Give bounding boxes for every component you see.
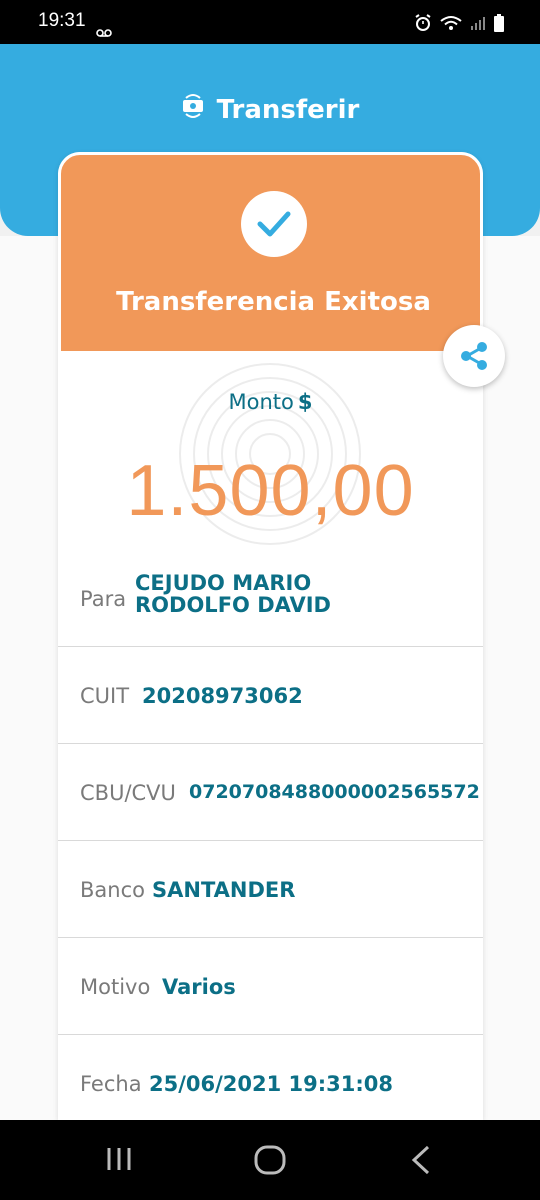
battery-icon [494,14,504,36]
detail-label: Motivo [80,975,151,999]
home-icon[interactable] [253,1144,287,1180]
detail-label: CUIT [80,684,130,708]
detail-label: CBU/CVU [80,781,176,805]
details-list: Para CEJUDO MARIO RODOLFO DAVID CUIT 202… [58,550,483,1120]
detail-label: Para [80,587,127,611]
success-title: Transferencia Exitosa [116,287,431,317]
detail-value: CEJUDO MARIO RODOLFO DAVID [135,571,331,617]
amount-value: 1.500,00 [126,451,415,531]
detail-row-banco: Banco SANTANDER [58,841,483,938]
currency-symbol: $ [297,390,313,414]
alarm-icon [414,14,432,36]
detail-row-motivo: Motivo Varios [58,938,483,1035]
page-title-row: Transferir [0,92,540,127]
detail-label: Fecha [80,1072,142,1096]
transfer-icon [181,92,205,127]
detail-row-cbu: CBU/CVU 0720708488000002565572 [58,744,483,841]
voicemail-icon [96,22,112,41]
detail-value: 20208973062 [142,684,303,708]
detail-label: Banco [80,878,145,902]
navigation-bar [0,1120,540,1200]
amount-label: Monto $ [228,390,313,414]
recent-apps-icon[interactable] [104,1144,134,1178]
amount-section: Monto $ 1.500,00 [58,354,483,550]
status-bar: 19:31 [0,0,540,44]
detail-row-cuit: CUIT 20208973062 [58,647,483,744]
receipt-card: Transferencia Exitosa Monto $ 1.500,00 Pa… [58,152,483,1120]
detail-value: Varios [162,975,236,999]
detail-value: 0720708488000002565572 [189,781,480,803]
success-banner: Transferencia Exitosa [58,152,483,354]
detail-row-fecha: Fecha 25/06/2021 19:31:08 [58,1035,483,1120]
share-icon [461,342,487,370]
back-icon[interactable] [408,1144,434,1180]
check-icon [241,191,307,257]
detail-value: SANTANDER [152,878,296,902]
status-time: 19:31 [38,10,86,31]
page-title: Transferir [216,94,360,125]
signal-icon [470,15,486,35]
detail-value: 25/06/2021 19:31:08 [149,1072,394,1096]
detail-row-para: Para CEJUDO MARIO RODOLFO DAVID [58,550,483,647]
wifi-icon [440,15,462,35]
share-button[interactable] [443,325,505,387]
